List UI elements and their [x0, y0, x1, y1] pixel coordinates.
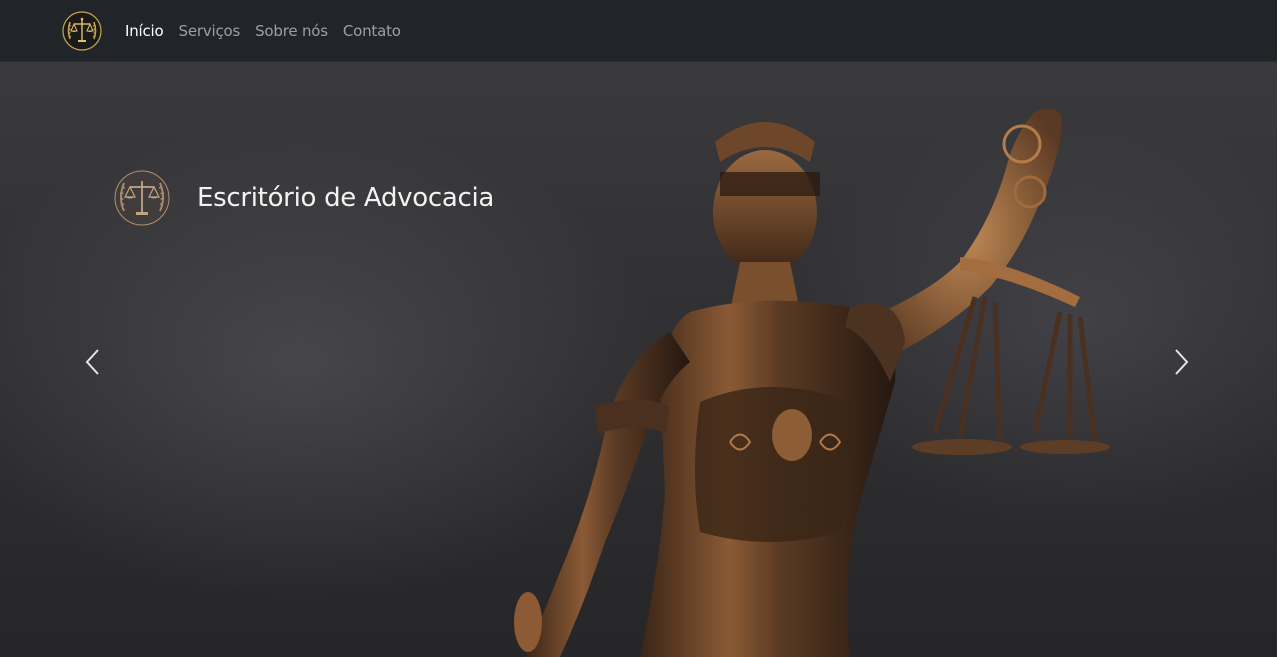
carousel-next-button[interactable] — [1161, 332, 1201, 392]
lady-justice-statue-image — [514, 108, 1110, 657]
chevron-left-icon — [85, 349, 99, 375]
navbar: Início Serviços Sobre nós Contato — [0, 0, 1280, 62]
carousel-caption-title: Escritório de Advocacia — [197, 183, 495, 214]
chevron-right-icon — [1175, 349, 1189, 375]
brand-logo[interactable] — [62, 11, 102, 51]
scales-of-justice-icon — [114, 170, 170, 226]
nav-link-sobre-nos[interactable]: Sobre nós — [255, 22, 328, 40]
nav-link-inicio[interactable]: Início — [125, 22, 164, 40]
nav-link-servicos[interactable]: Serviços — [179, 22, 241, 40]
nav-links: Início Serviços Sobre nós Contato — [125, 0, 416, 62]
nav-link-contato[interactable]: Contato — [343, 22, 401, 40]
hero-carousel: Escritório de Advocacia — [0, 62, 1280, 657]
scales-of-justice-icon — [62, 11, 102, 51]
carousel-caption: Escritório de Advocacia — [112, 166, 494, 231]
carousel-prev-button[interactable] — [73, 332, 113, 392]
